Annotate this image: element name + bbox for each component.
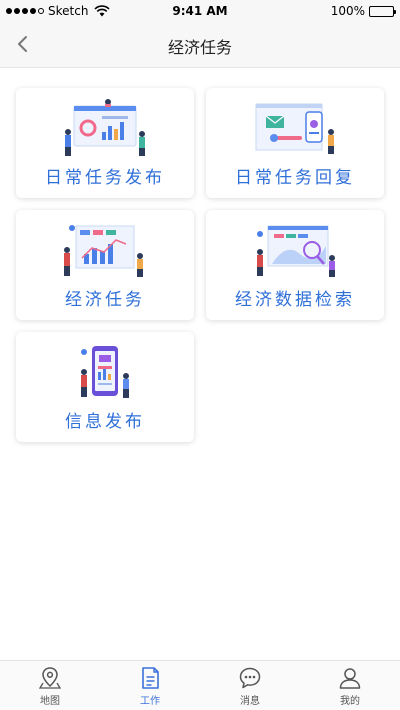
dashboard-illustration [65,99,145,156]
card-economic-task[interactable]: 经济任务 [16,210,194,320]
card-info-publish[interactable]: 信息发布 [16,332,194,442]
tab-label: 工作 [140,696,160,707]
status-bar: Sketch 9:41 AM 100% [0,0,400,22]
card-label: 日常任务发布 [45,168,165,188]
tab-bar: 地图 工作 消息 我的 [0,660,400,710]
data-search-illustration [257,225,335,277]
battery-percent: 100% [330,4,365,18]
message-reply-illustration [255,103,334,154]
battery-icon [369,5,396,17]
card-daily-task-reply[interactable]: 日常任务回复 [206,88,384,198]
user-icon [339,668,361,689]
card-daily-task-publish[interactable]: 日常任务发布 [16,88,194,198]
tab-label: 我的 [340,696,360,707]
tab-profile[interactable]: 我的 [300,661,400,710]
tab-messages[interactable]: 消息 [200,661,300,710]
chat-bubble-icon [239,667,261,689]
tab-label: 消息 [240,696,260,707]
card-label: 经济数据检索 [235,290,355,310]
card-label: 日常任务回复 [235,168,355,188]
work-document-icon [142,667,159,689]
nav-bar: 经济任务 [0,22,400,68]
card-label: 经济任务 [65,290,145,310]
bar-chart-illustration [64,225,143,277]
card-economic-data-search[interactable]: 经济数据检索 [206,210,384,320]
tab-map[interactable]: 地图 [0,661,100,710]
card-label: 信息发布 [65,412,145,432]
battery-group: 100% [330,4,396,18]
tab-label: 地图 [40,696,60,707]
map-pin-icon [38,667,62,689]
tab-work[interactable]: 工作 [100,661,200,710]
phone-publish-illustration [81,346,129,398]
page-title: 经济任务 [167,38,232,57]
